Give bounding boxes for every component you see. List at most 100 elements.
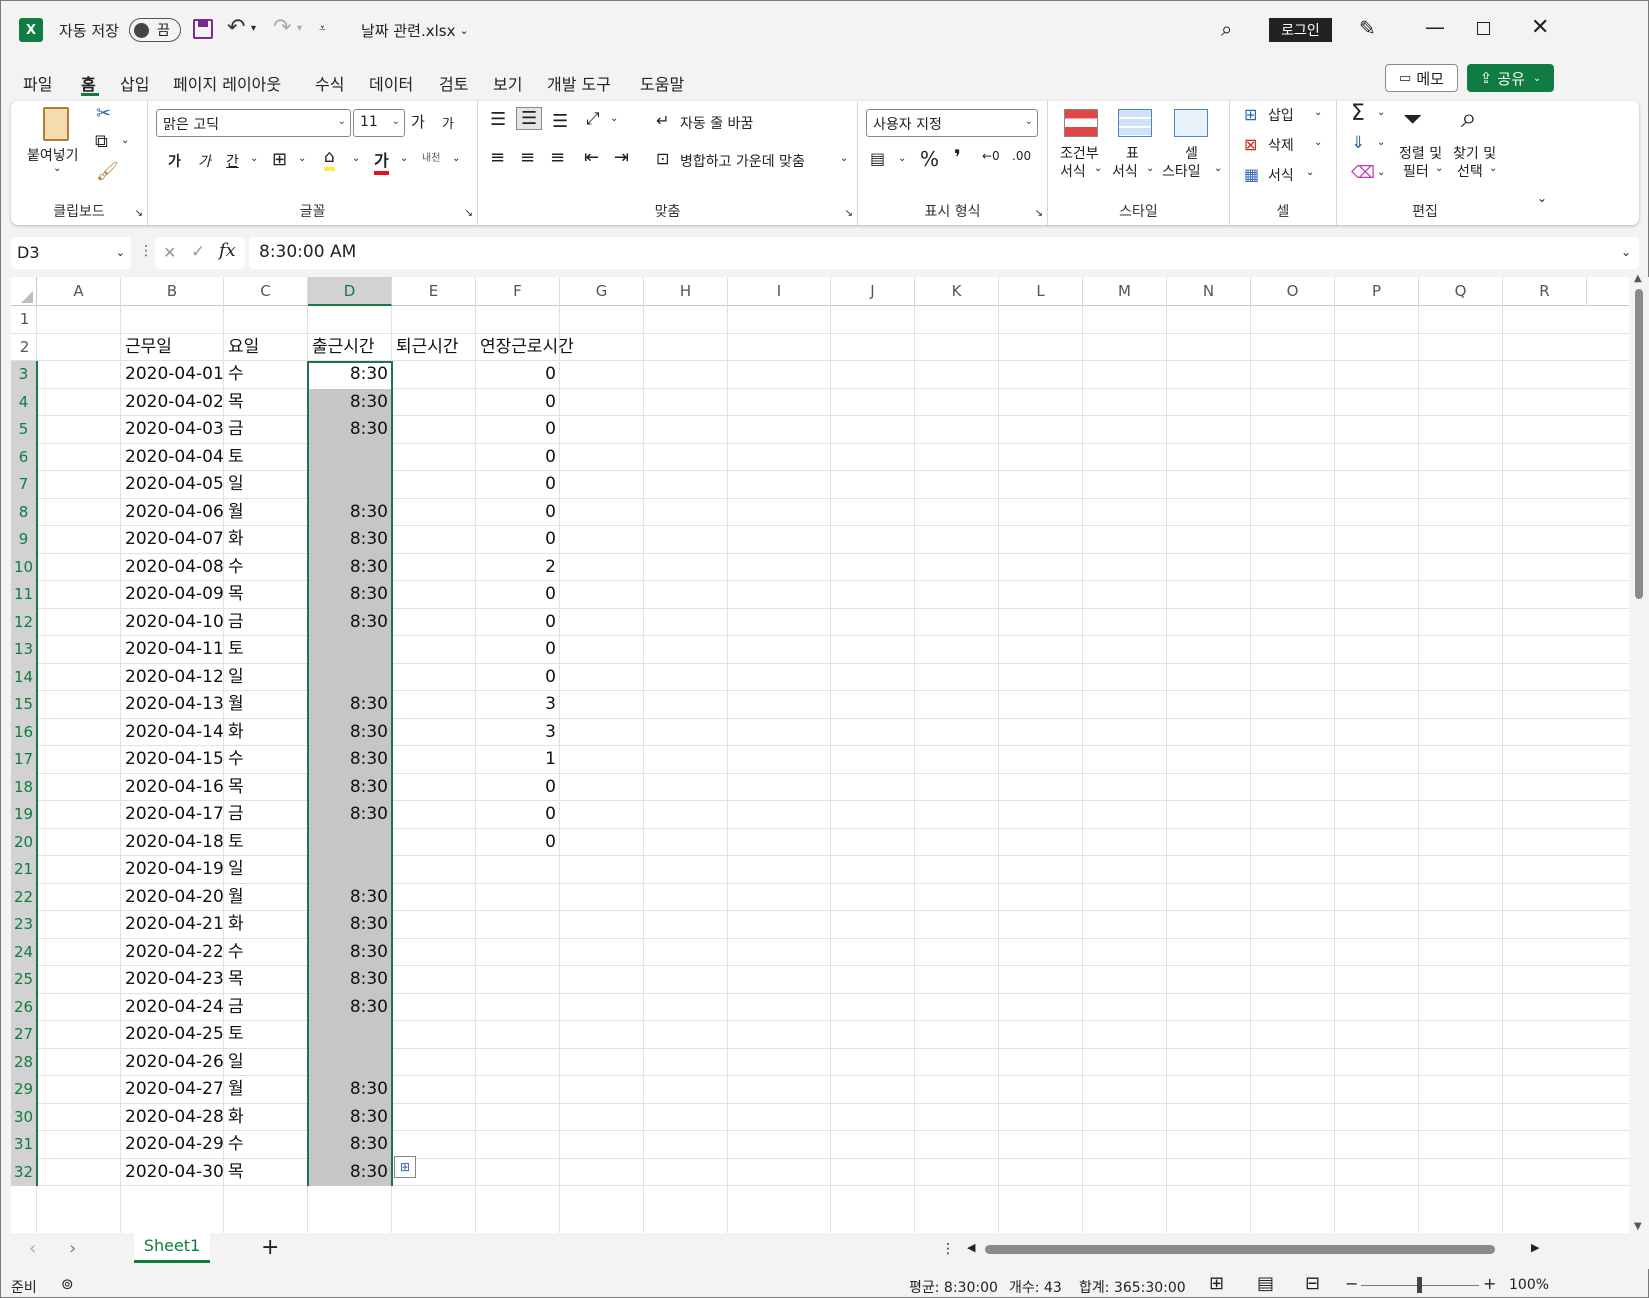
row-header[interactable]: 28 (11, 1048, 38, 1076)
autosave-toggle[interactable]: 끔 (129, 18, 181, 42)
cell-b29[interactable]: 2020-04-27 (125, 1076, 224, 1104)
tab-insert[interactable]: 삽입 (120, 71, 149, 95)
formula-input[interactable]: 8:30:00 AM ⌄ (249, 237, 1639, 269)
orientation-icon[interactable]: ⤢ (586, 109, 600, 129)
cell-c28[interactable]: 일 (228, 1049, 304, 1077)
underline-icon[interactable]: 간 (226, 151, 239, 171)
cell-b5[interactable]: 2020-04-03 (125, 416, 224, 444)
row-header[interactable]: 13 (11, 636, 38, 664)
chevron-down-icon[interactable]: ⌄ (1377, 107, 1385, 118)
italic-icon[interactable]: 가 (198, 151, 211, 171)
row-header[interactable]: 15 (11, 691, 38, 719)
cell-c24[interactable]: 수 (228, 939, 304, 967)
cell-b10[interactable]: 2020-04-08 (125, 554, 224, 582)
column-header-i[interactable]: I (728, 277, 831, 306)
normal-view-icon[interactable]: ⊞ (1209, 1273, 1224, 1294)
cell-f21[interactable] (480, 856, 556, 884)
column-header-o[interactable]: O (1251, 277, 1335, 306)
cell-b7[interactable]: 2020-04-05 (125, 471, 224, 499)
undo-icon[interactable]: ↶ (227, 15, 245, 40)
increase-indent-icon[interactable]: ⇥ (614, 147, 629, 168)
row-header[interactable]: 2 (11, 334, 38, 362)
cell-f7[interactable]: 0 (480, 471, 556, 499)
chevron-down-icon[interactable]: ⌄ (298, 153, 306, 164)
scroll-left-icon[interactable]: ◀ (967, 1241, 975, 1254)
cell-c25[interactable]: 목 (228, 966, 304, 994)
enter-icon[interactable]: ✓ (191, 242, 205, 262)
number-format-combo[interactable]: 사용자 지정 ⌄ (866, 109, 1038, 137)
cell-c3[interactable]: 수 (228, 361, 304, 389)
align-top-icon[interactable]: ☰ (490, 109, 506, 130)
cancel-icon[interactable]: ✕ (163, 243, 176, 262)
row-header[interactable]: 16 (11, 718, 38, 746)
cell-b6[interactable]: 2020-04-04 (125, 444, 224, 472)
dialog-launcher-icon[interactable]: ↘ (135, 208, 143, 219)
quick-analysis-icon[interactable]: ⊞ (394, 1155, 416, 1178)
align-right-icon[interactable]: ≡ (550, 147, 565, 168)
prev-sheet-icon[interactable]: ‹ (29, 1238, 36, 1259)
row-header[interactable]: 1 (11, 306, 38, 334)
accounting-format-icon[interactable]: ▤ (870, 149, 885, 168)
format-cells-icon[interactable]: ▦ (1244, 165, 1259, 184)
zoom-slider-thumb[interactable] (1417, 1277, 1422, 1293)
table-label-2[interactable]: 서식 (1112, 161, 1138, 181)
column-header-r[interactable]: R (1503, 277, 1587, 306)
cell-c19[interactable]: 금 (228, 801, 304, 829)
vertical-scrollbar[interactable]: ▲ ▼ (1629, 273, 1649, 1233)
cell-f31[interactable] (480, 1131, 556, 1159)
cell-c5[interactable]: 금 (228, 416, 304, 444)
cell-b13[interactable]: 2020-04-11 (125, 636, 224, 664)
chevron-down-icon[interactable]: ⌄ (250, 153, 258, 164)
cell-c6[interactable]: 토 (228, 444, 304, 472)
cell-c22[interactable]: 월 (228, 884, 304, 912)
row-header[interactable]: 17 (11, 746, 38, 774)
file-name[interactable]: 날짜 관련.xlsx ⌄ (361, 20, 469, 41)
dialog-launcher-icon[interactable]: ↘ (1035, 208, 1043, 219)
redo-dropdown-icon[interactable]: ▾ (297, 23, 302, 34)
cell-d2[interactable]: 출근시간 (312, 334, 388, 362)
cell-f16[interactable]: 3 (480, 719, 556, 747)
cell-f1[interactable] (480, 306, 556, 334)
cell-f13[interactable]: 0 (480, 636, 556, 664)
decrease-indent-icon[interactable]: ⇤ (584, 147, 599, 168)
expand-formula-icon[interactable]: ⌄ (1621, 245, 1631, 259)
chevron-down-icon[interactable]: ⌄ (1377, 137, 1385, 148)
tab-developer[interactable]: 개발 도구 (547, 71, 611, 95)
chevron-down-icon[interactable]: ⌄ (610, 113, 618, 124)
cell-c16[interactable]: 화 (228, 719, 304, 747)
row-header[interactable]: 25 (11, 966, 38, 994)
column-header-q[interactable]: Q (1419, 277, 1503, 306)
cut-icon[interactable]: ✂ (96, 103, 111, 124)
select-all-button[interactable] (11, 277, 37, 306)
more-options-icon[interactable]: ⋮ (139, 243, 153, 259)
cell-c32[interactable]: 목 (228, 1159, 304, 1187)
zoom-level[interactable]: 100% (1509, 1277, 1549, 1293)
accessibility-icon[interactable]: ⊚ (61, 1275, 74, 1293)
cell-b8[interactable]: 2020-04-06 (125, 499, 224, 527)
align-middle-icon[interactable]: ☰ (516, 107, 543, 130)
dialog-launcher-icon[interactable]: ↘ (465, 208, 473, 219)
cell-c4[interactable]: 목 (228, 389, 304, 417)
cell-b19[interactable]: 2020-04-17 (125, 801, 224, 829)
tab-file[interactable]: 파일 (23, 71, 52, 95)
clear-icon[interactable]: ⌫ (1351, 163, 1375, 183)
comma-style-icon[interactable]: ❜ (954, 145, 961, 169)
cell-styles-icon[interactable] (1174, 109, 1208, 137)
undo-dropdown-icon[interactable]: ▾ (251, 23, 256, 34)
cell-f28[interactable] (480, 1049, 556, 1077)
cell-c20[interactable]: 토 (228, 829, 304, 857)
cell-f2[interactable]: 연장근로시간 (480, 334, 574, 362)
find-select-label-2[interactable]: 선택 (1457, 161, 1483, 181)
cell-f19[interactable]: 0 (480, 801, 556, 829)
align-bottom-icon[interactable]: ☰ (552, 111, 568, 132)
cell-b12[interactable]: 2020-04-10 (125, 609, 224, 637)
scroll-down-icon[interactable]: ▼ (1634, 1221, 1642, 1232)
sheet-tab-sheet1[interactable]: Sheet1 (134, 1233, 210, 1263)
conditional-formatting-icon[interactable] (1064, 109, 1098, 137)
cell-e2[interactable]: 퇴근시간 (396, 334, 472, 362)
merge-center-icon[interactable]: ⊡ (656, 149, 669, 168)
tab-data[interactable]: 데이터 (369, 71, 413, 95)
cell-f4[interactable]: 0 (480, 389, 556, 417)
cell-b26[interactable]: 2020-04-24 (125, 994, 224, 1022)
vertical-scroll-thumb[interactable] (1635, 289, 1643, 599)
